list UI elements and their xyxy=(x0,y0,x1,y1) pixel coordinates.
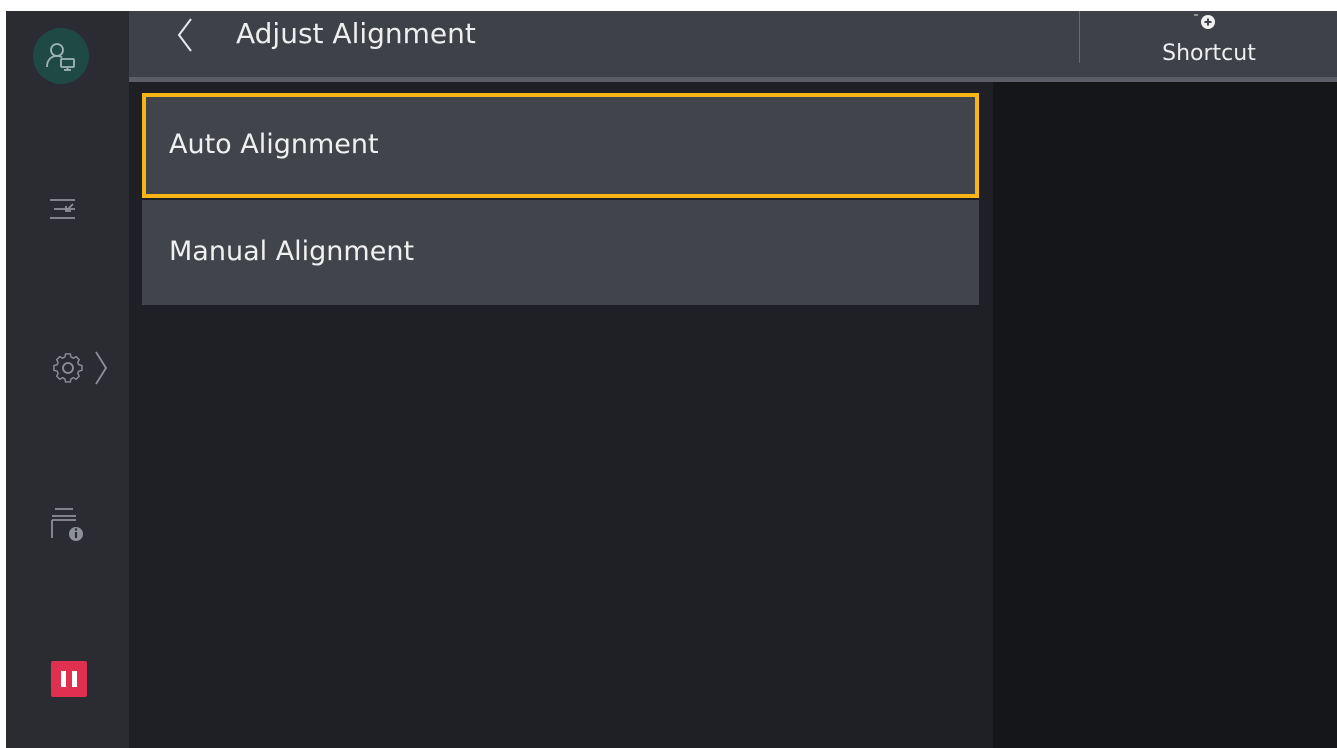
auto-alignment-item[interactable]: Auto Alignment xyxy=(142,93,979,198)
chevron-right-icon xyxy=(95,351,108,385)
right-panel xyxy=(993,82,1337,748)
chevron-left-icon xyxy=(177,18,192,52)
gear-icon xyxy=(53,353,83,383)
back-button[interactable] xyxy=(165,15,205,55)
transfer-icon xyxy=(50,199,75,219)
manual-alignment-label: Manual Alignment xyxy=(169,236,415,267)
user-avatar-button[interactable] xyxy=(33,28,89,84)
shortcut-label: Shortcut xyxy=(1162,41,1256,66)
sidebar xyxy=(6,11,129,748)
device-info-button[interactable] xyxy=(42,499,92,549)
device-screen: Adjust Alignment Shortcut Auto Alignment… xyxy=(6,11,1337,748)
header-bar: Adjust Alignment Shortcut xyxy=(129,11,1337,77)
settings-button[interactable] xyxy=(36,343,126,393)
shortcut-button[interactable]: Shortcut xyxy=(1134,11,1284,73)
user-device-icon xyxy=(46,43,75,71)
device-info-icon xyxy=(51,508,83,541)
auto-alignment-label: Auto Alignment xyxy=(169,129,379,160)
manual-alignment-item[interactable]: Manual Alignment xyxy=(142,200,979,305)
page-title: Adjust Alignment xyxy=(236,17,476,50)
menu-panel: Auto Alignment Manual Alignment xyxy=(129,82,993,748)
header-divider xyxy=(1079,11,1080,63)
pause-icon xyxy=(61,671,66,687)
pause-button[interactable] xyxy=(51,661,87,697)
add-shortcut-icon xyxy=(1194,14,1215,29)
transfer-button[interactable] xyxy=(41,186,87,232)
pause-icon-bar xyxy=(72,671,77,687)
